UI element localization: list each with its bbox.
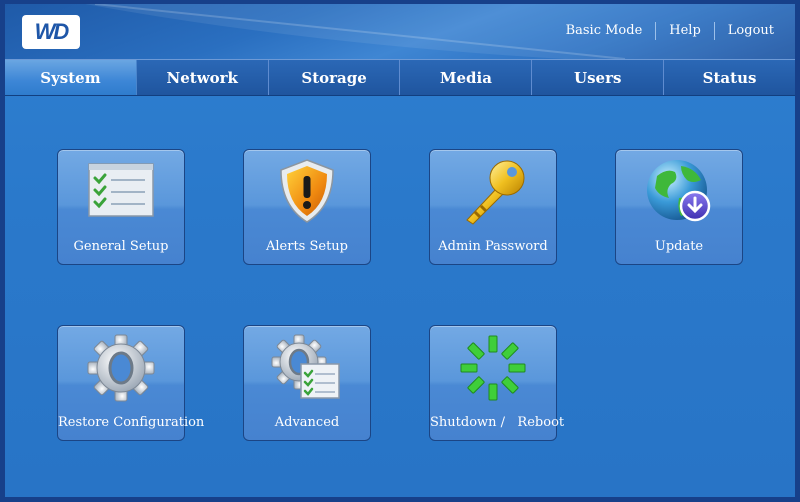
gear-icon	[87, 334, 155, 402]
tab-system[interactable]: System	[5, 60, 137, 95]
header-links: Basic Mode Help Logout	[553, 22, 787, 40]
tile-label: Update	[654, 239, 704, 254]
warning-shield-icon	[280, 159, 334, 223]
help-link[interactable]: Help	[656, 22, 714, 40]
header-bar: WD Basic Mode Help Logout	[5, 4, 795, 59]
admin-password-tile[interactable]: Admin Password	[429, 149, 557, 265]
general-setup-tile[interactable]: General Setup	[57, 149, 185, 265]
key-icon	[466, 160, 525, 225]
tile-label: Advanced	[274, 415, 340, 430]
tile-label: Restore Configuration	[58, 415, 205, 430]
update-tile[interactable]: Update	[615, 149, 743, 265]
restore-configuration-tile[interactable]: Restore Configuration	[57, 325, 205, 441]
tab-storage[interactable]: Storage	[269, 60, 401, 95]
tile-label: Shutdown / Reboot	[430, 415, 565, 430]
checklist-icon	[88, 163, 154, 217]
power-spinner-icon	[460, 335, 526, 401]
wd-logo: WD	[22, 15, 80, 49]
advanced-tile[interactable]: Advanced	[243, 325, 371, 441]
app-frame: WD Basic Mode Help Logout System Network…	[0, 0, 800, 502]
tile-label: Admin Password	[438, 239, 548, 254]
alerts-setup-tile[interactable]: Alerts Setup	[243, 149, 371, 265]
gear-checklist-icon	[271, 334, 340, 399]
main-tab-bar: System Network Storage Media Users Statu…	[5, 59, 795, 96]
tab-network[interactable]: Network	[137, 60, 269, 95]
basic-mode-link[interactable]: Basic Mode	[553, 22, 656, 40]
tab-status[interactable]: Status	[664, 60, 795, 95]
tab-users[interactable]: Users	[532, 60, 665, 95]
logout-link[interactable]: Logout	[715, 22, 787, 40]
tile-label: General Setup	[73, 239, 169, 254]
tile-label: Alerts Setup	[266, 239, 348, 254]
tab-media[interactable]: Media	[400, 60, 533, 95]
shutdown-reboot-tile[interactable]: Shutdown / Reboot	[429, 325, 565, 441]
globe-download-icon	[647, 160, 711, 222]
logo-text: WD	[34, 19, 70, 44]
